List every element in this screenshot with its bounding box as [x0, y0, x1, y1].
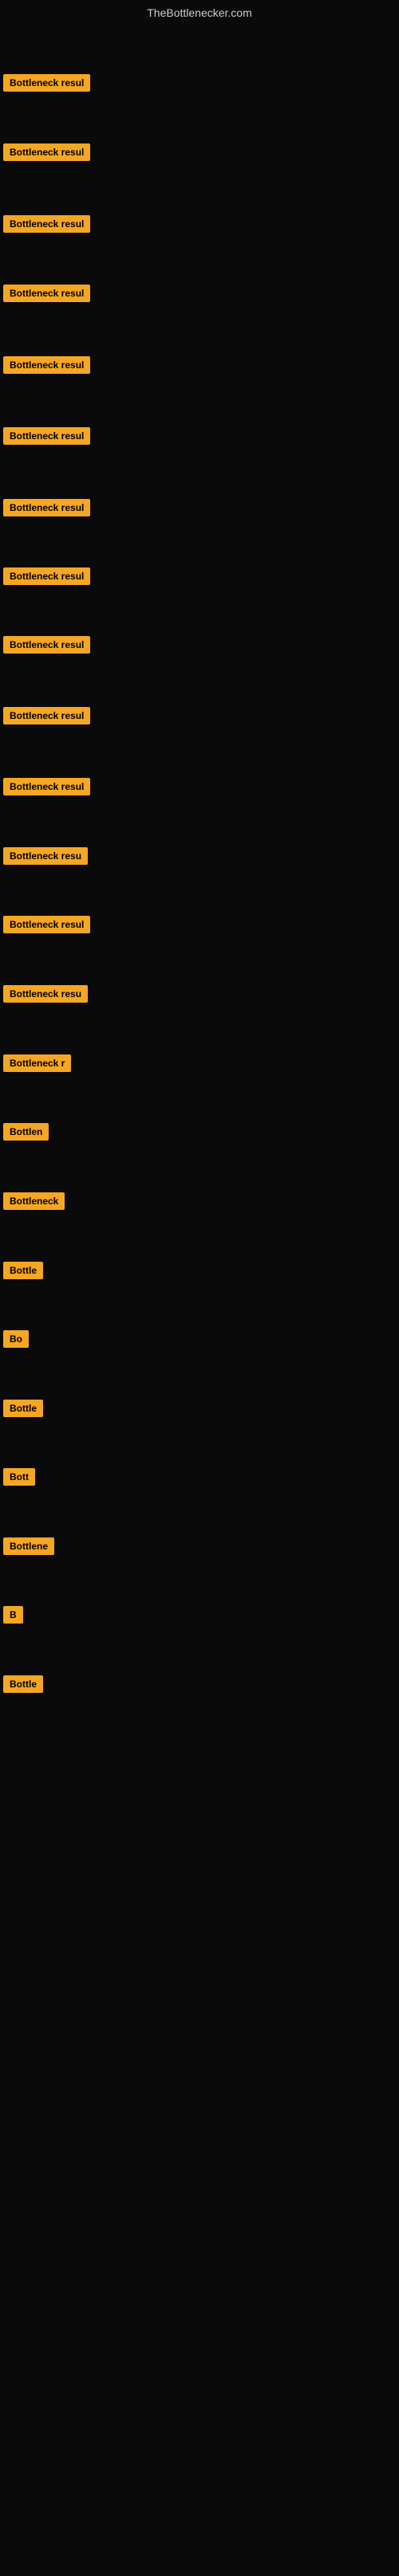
bottleneck-badge-23[interactable]: B: [3, 1606, 23, 1624]
bottleneck-badge-14[interactable]: Bottleneck resu: [3, 985, 88, 1003]
bottleneck-badge-7[interactable]: Bottleneck resul: [3, 499, 90, 516]
bottleneck-badge-2[interactable]: Bottleneck resul: [3, 143, 90, 161]
site-title-container: TheBottlenecker.com: [0, 0, 399, 26]
bottleneck-badge-9[interactable]: Bottleneck resul: [3, 636, 90, 654]
result-row: Bottleneck resul: [0, 496, 93, 524]
bottleneck-badge-8[interactable]: Bottleneck resul: [3, 567, 90, 585]
site-title: TheBottlenecker.com: [0, 0, 399, 26]
bottleneck-badge-20[interactable]: Bottle: [3, 1400, 43, 1417]
result-row: Bottle: [0, 1672, 46, 1700]
result-row: Bottleneck r: [0, 1051, 74, 1079]
result-row: Bottleneck resul: [0, 212, 93, 240]
result-row: Bottleneck resul: [0, 71, 93, 99]
result-row: Bott: [0, 1465, 38, 1493]
bottleneck-badge-16[interactable]: Bottlen: [3, 1123, 49, 1141]
result-row: Bottleneck resu: [0, 982, 91, 1010]
result-row: Bottleneck: [0, 1189, 68, 1217]
bottleneck-badge-13[interactable]: Bottleneck resul: [3, 916, 90, 933]
bottleneck-badge-11[interactable]: Bottleneck resul: [3, 778, 90, 795]
bottleneck-badge-6[interactable]: Bottleneck resul: [3, 427, 90, 445]
result-row: Bottleneck resu: [0, 844, 91, 872]
result-row: Bottleneck resul: [0, 775, 93, 803]
bottleneck-badge-10[interactable]: Bottleneck resul: [3, 707, 90, 724]
bottleneck-badge-1[interactable]: Bottleneck resul: [3, 74, 90, 92]
bottleneck-badge-21[interactable]: Bott: [3, 1468, 35, 1486]
bottleneck-badge-24[interactable]: Bottle: [3, 1675, 43, 1693]
result-row: Bottleneck resul: [0, 704, 93, 732]
result-row: Bottleneck resul: [0, 633, 93, 661]
result-row: Bottleneck resul: [0, 913, 93, 940]
bottleneck-badge-4[interactable]: Bottleneck resul: [3, 285, 90, 302]
bottleneck-badge-3[interactable]: Bottleneck resul: [3, 215, 90, 233]
badges-container: Bottleneck resul Bottleneck resul Bottlene…: [0, 26, 399, 2576]
bottleneck-badge-15[interactable]: Bottleneck r: [3, 1054, 71, 1072]
bottleneck-badge-18[interactable]: Bottle: [3, 1262, 43, 1279]
bottleneck-badge-17[interactable]: Bottleneck: [3, 1192, 65, 1210]
result-row: Bottlen: [0, 1120, 52, 1148]
result-row: Bottleneck resul: [0, 281, 93, 309]
result-row: Bottlene: [0, 1534, 57, 1562]
bottleneck-badge-22[interactable]: Bottlene: [3, 1537, 54, 1555]
result-row: Bottleneck resul: [0, 424, 93, 452]
bottleneck-badge-19[interactable]: Bo: [3, 1330, 29, 1348]
result-row: Bottle: [0, 1396, 46, 1424]
result-row: B: [0, 1603, 26, 1631]
result-row: Bottleneck resul: [0, 564, 93, 592]
bottleneck-badge-5[interactable]: Bottleneck resul: [3, 356, 90, 374]
result-row: Bottleneck resul: [0, 140, 93, 168]
result-row: Bottleneck resul: [0, 353, 93, 381]
result-row: Bottle: [0, 1259, 46, 1286]
result-row: Bo: [0, 1327, 32, 1355]
bottleneck-badge-12[interactable]: Bottleneck resu: [3, 847, 88, 865]
